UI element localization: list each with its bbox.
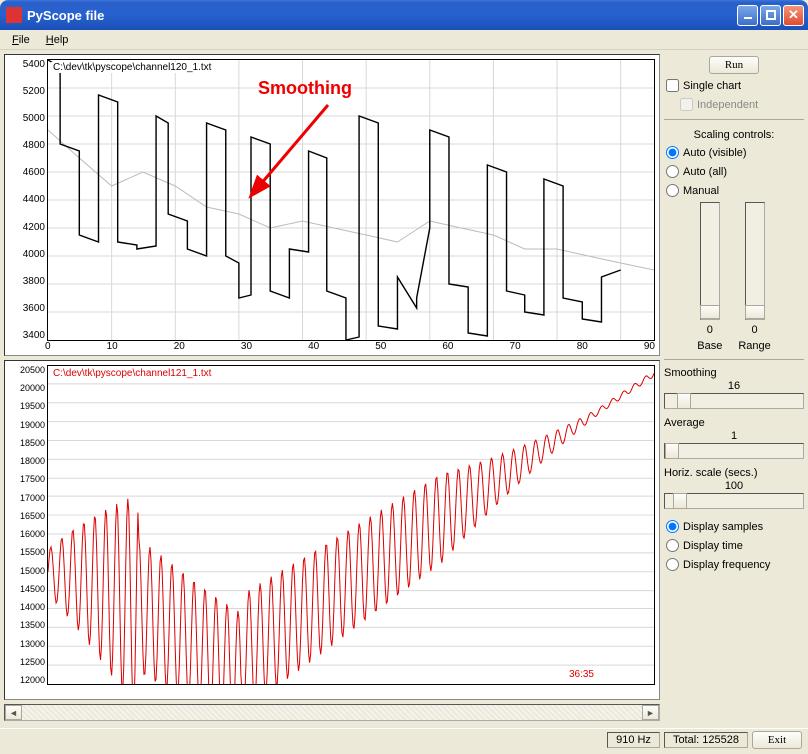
side-panel: Run Single chart Independent Scaling con… (664, 54, 804, 724)
independent-checkbox (680, 98, 693, 111)
range-label: Range (738, 340, 770, 352)
status-hz: 910 Hz (607, 732, 660, 748)
display-time-label: Display time (683, 540, 743, 552)
auto-visible-radio[interactable] (666, 146, 679, 159)
app-icon (6, 7, 22, 23)
scaling-header: Scaling controls: (664, 129, 804, 141)
range-value: 0 (751, 324, 757, 336)
run-button[interactable]: Run (709, 56, 759, 74)
window-title: PyScope file (27, 8, 104, 23)
auto-all-label: Auto (all) (683, 166, 727, 178)
chart-1-file-label: C:\dev\tk\pyscope\channel120_1.txt (51, 62, 213, 73)
chart-2-timestamp: 36:35 (569, 669, 594, 680)
chart-2-file-label: C:\dev\tk\pyscope\channel121_1.txt (51, 368, 213, 379)
chart-1-y-axis: 5400520050004800460044004200400038003600… (5, 59, 45, 341)
display-freq-radio[interactable] (666, 558, 679, 571)
titlebar: PyScope file ✕ (0, 0, 808, 30)
average-label: Average (664, 417, 804, 429)
auto-visible-label: Auto (visible) (683, 147, 747, 159)
base-value: 0 (707, 324, 713, 336)
base-slider[interactable] (700, 202, 720, 320)
horizontal-scrollbar[interactable]: ◄ ► (4, 704, 660, 721)
horiz-scale-value: 100 (664, 480, 804, 492)
chart-1-plot: C:\dev\tk\pyscope\channel120_1.txt Smoot… (47, 59, 655, 341)
horiz-scale-label: Horiz. scale (secs.) (664, 467, 804, 479)
smoothing-value: 16 (664, 380, 804, 392)
display-freq-label: Display frequency (683, 559, 770, 571)
chart-2-y-axis: 2050020000195001900018500180001750017000… (5, 365, 45, 685)
base-label: Base (697, 340, 722, 352)
single-chart-label: Single chart (683, 80, 741, 92)
manual-radio[interactable] (666, 184, 679, 197)
smoothing-slider[interactable] (664, 393, 804, 409)
display-samples-radio[interactable] (666, 520, 679, 533)
minimize-button[interactable] (737, 5, 758, 26)
annotation-smoothing: Smoothing (258, 78, 352, 99)
close-button[interactable]: ✕ (783, 5, 804, 26)
average-value: 1 (664, 430, 804, 442)
chart-2: 2050020000195001900018500180001750017000… (4, 360, 660, 700)
chart-1-x-axis: 0102030405060708090 (45, 341, 655, 355)
smoothing-label: Smoothing (664, 367, 804, 379)
manual-label: Manual (683, 185, 719, 197)
display-samples-label: Display samples (683, 521, 763, 533)
scroll-track[interactable] (22, 705, 642, 720)
range-slider[interactable] (745, 202, 765, 320)
exit-button[interactable]: Exit (752, 731, 802, 749)
menu-file[interactable]: File (6, 32, 36, 48)
auto-all-radio[interactable] (666, 165, 679, 178)
single-chart-checkbox[interactable] (666, 79, 679, 92)
display-time-radio[interactable] (666, 539, 679, 552)
scroll-right-button[interactable]: ► (642, 705, 659, 720)
statusbar: 910 Hz Total: 125528 Exit (0, 728, 808, 750)
maximize-button[interactable] (760, 5, 781, 26)
horiz-scale-slider[interactable] (664, 493, 804, 509)
chart-1: 5400520050004800460044004200400038003600… (4, 54, 660, 356)
menu-help[interactable]: Help (40, 32, 75, 48)
scroll-left-button[interactable]: ◄ (5, 705, 22, 720)
menubar: File Help (0, 30, 808, 50)
average-slider[interactable] (664, 443, 804, 459)
status-total: Total: 125528 (664, 732, 748, 748)
independent-label: Independent (697, 99, 758, 111)
chart-2-plot: C:\dev\tk\pyscope\channel121_1.txt 36:35 (47, 365, 655, 685)
